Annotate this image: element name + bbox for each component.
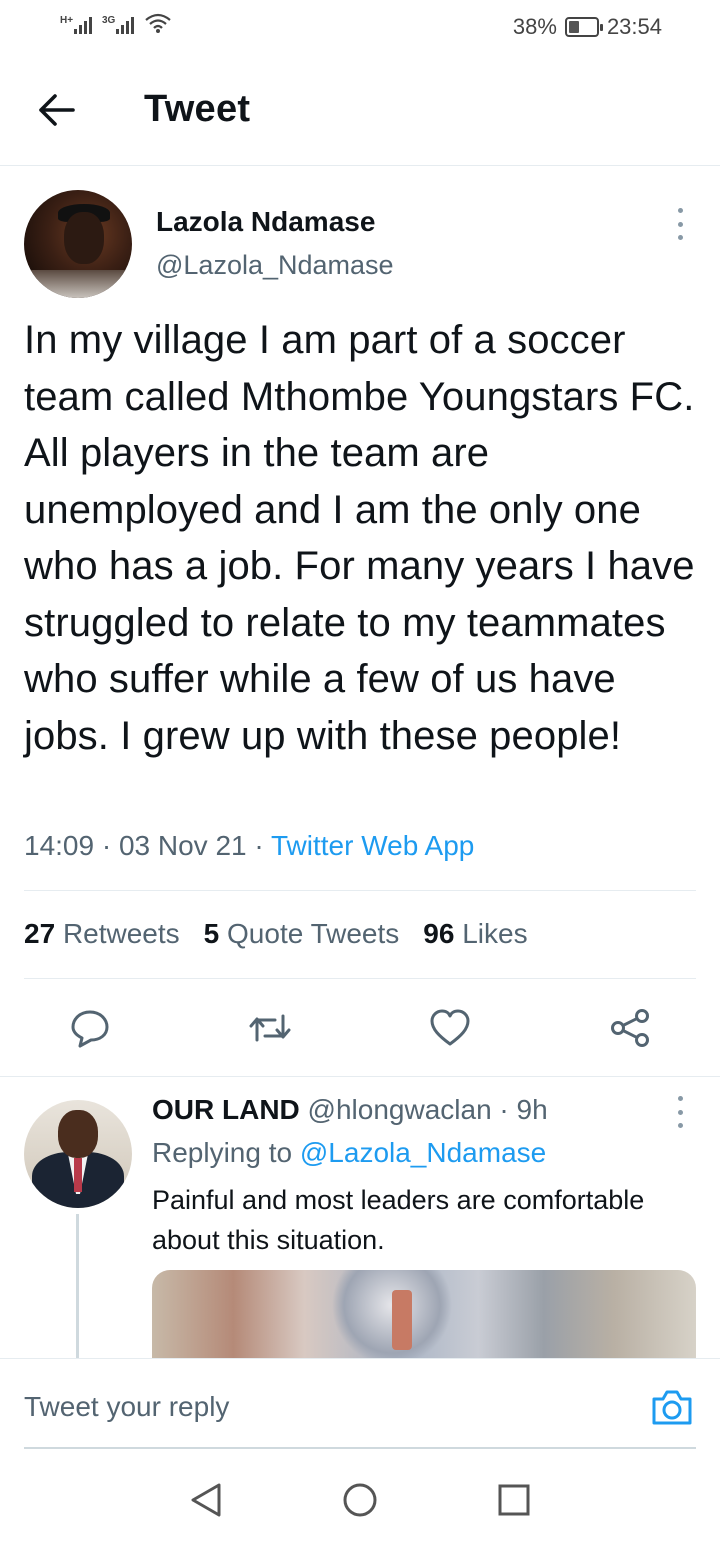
battery-icon [564, 17, 603, 37]
divider [24, 890, 696, 891]
tweet-date: 03 Nov 21 [118, 830, 247, 861]
divider [24, 978, 696, 979]
arrow-left-icon [39, 94, 75, 126]
reply-age: 9h [516, 1094, 548, 1125]
quote-tweets-stat[interactable]: 5 Quote Tweets [204, 918, 400, 950]
reply-more-options-icon[interactable] [670, 1092, 690, 1132]
likes-stat[interactable]: 96 Likes [423, 918, 527, 950]
nav-back-button[interactable] [186, 1480, 226, 1520]
reply-button[interactable] [66, 1004, 114, 1052]
more-options-icon[interactable] [670, 204, 690, 244]
battery-percent: 38% [512, 14, 557, 39]
signal-strength-icon: 3G [102, 15, 134, 34]
thread-line [76, 1214, 79, 1358]
nav-recents-button[interactable] [494, 1480, 534, 1520]
reply-author-name[interactable]: OUR LAND [152, 1094, 300, 1125]
author-name[interactable]: Lazola Ndamase [156, 206, 375, 238]
status-bar: H+ 3G 38% 23:54 [0, 0, 720, 56]
replying-to-mention[interactable]: @Lazola_Ndamase [300, 1137, 546, 1168]
signal-strength-icon: H+ [60, 15, 92, 34]
divider [0, 1076, 720, 1077]
replying-to: Replying to @Lazola_Ndamase [152, 1137, 546, 1169]
reply-input[interactable]: Tweet your reply [24, 1391, 229, 1423]
reply-icon [71, 1010, 109, 1048]
share-button[interactable] [606, 1004, 654, 1052]
reply-composer: Tweet your reply [0, 1358, 720, 1449]
clock: 23:54 [606, 14, 662, 39]
network-type-label: 3G [102, 15, 116, 26]
tweet-actions [0, 1004, 720, 1052]
camera-icon [652, 1390, 692, 1425]
recents-square-icon [498, 1484, 530, 1516]
like-icon [430, 1009, 470, 1046]
author-avatar[interactable] [24, 190, 132, 298]
reply-media-image[interactable] [152, 1270, 696, 1358]
author-handle[interactable]: @Lazola_Ndamase [156, 250, 394, 281]
home-circle-icon [343, 1483, 377, 1517]
top-app-bar: Tweet [0, 56, 720, 166]
meta-separator: · [254, 830, 264, 861]
input-underline [24, 1447, 696, 1449]
reply-author-avatar[interactable] [24, 1100, 132, 1208]
retweets-stat[interactable]: 27 Retweets [24, 918, 180, 950]
page-title: Tweet [144, 88, 251, 130]
tweet-text: In my village I am part of a soccer team… [24, 318, 695, 758]
network-type-label: H+ [60, 15, 74, 26]
reply-header: OUR LAND @hlongwaclan · 9h [152, 1094, 548, 1126]
like-button[interactable] [426, 1004, 474, 1052]
back-triangle-icon [191, 1483, 221, 1517]
meta-separator: · [101, 830, 112, 861]
tweet-source-link[interactable]: Twitter Web App [271, 830, 474, 861]
share-icon [611, 1009, 649, 1047]
replying-to-label: Replying to [152, 1137, 293, 1168]
system-nav-bar [0, 1450, 720, 1541]
reply-text: Painful and most leaders are comfortable… [152, 1185, 645, 1255]
nav-home-button[interactable] [340, 1480, 380, 1520]
retweet-icon [249, 1014, 291, 1042]
reply-author-handle[interactable]: @hlongwaclan [308, 1094, 492, 1125]
tweet-timestamp: 14:09 · 03 Nov 21 · Twitter Web App [24, 830, 474, 862]
camera-button[interactable] [650, 1387, 694, 1427]
meta-separator: · [499, 1094, 509, 1125]
tweet-time: 14:09 [24, 830, 95, 861]
back-button[interactable] [36, 90, 76, 130]
tweet-stats: 27 Retweets 5 Quote Tweets 96 Likes [24, 918, 528, 950]
retweet-button[interactable] [246, 1004, 294, 1052]
wifi-icon [145, 13, 171, 33]
